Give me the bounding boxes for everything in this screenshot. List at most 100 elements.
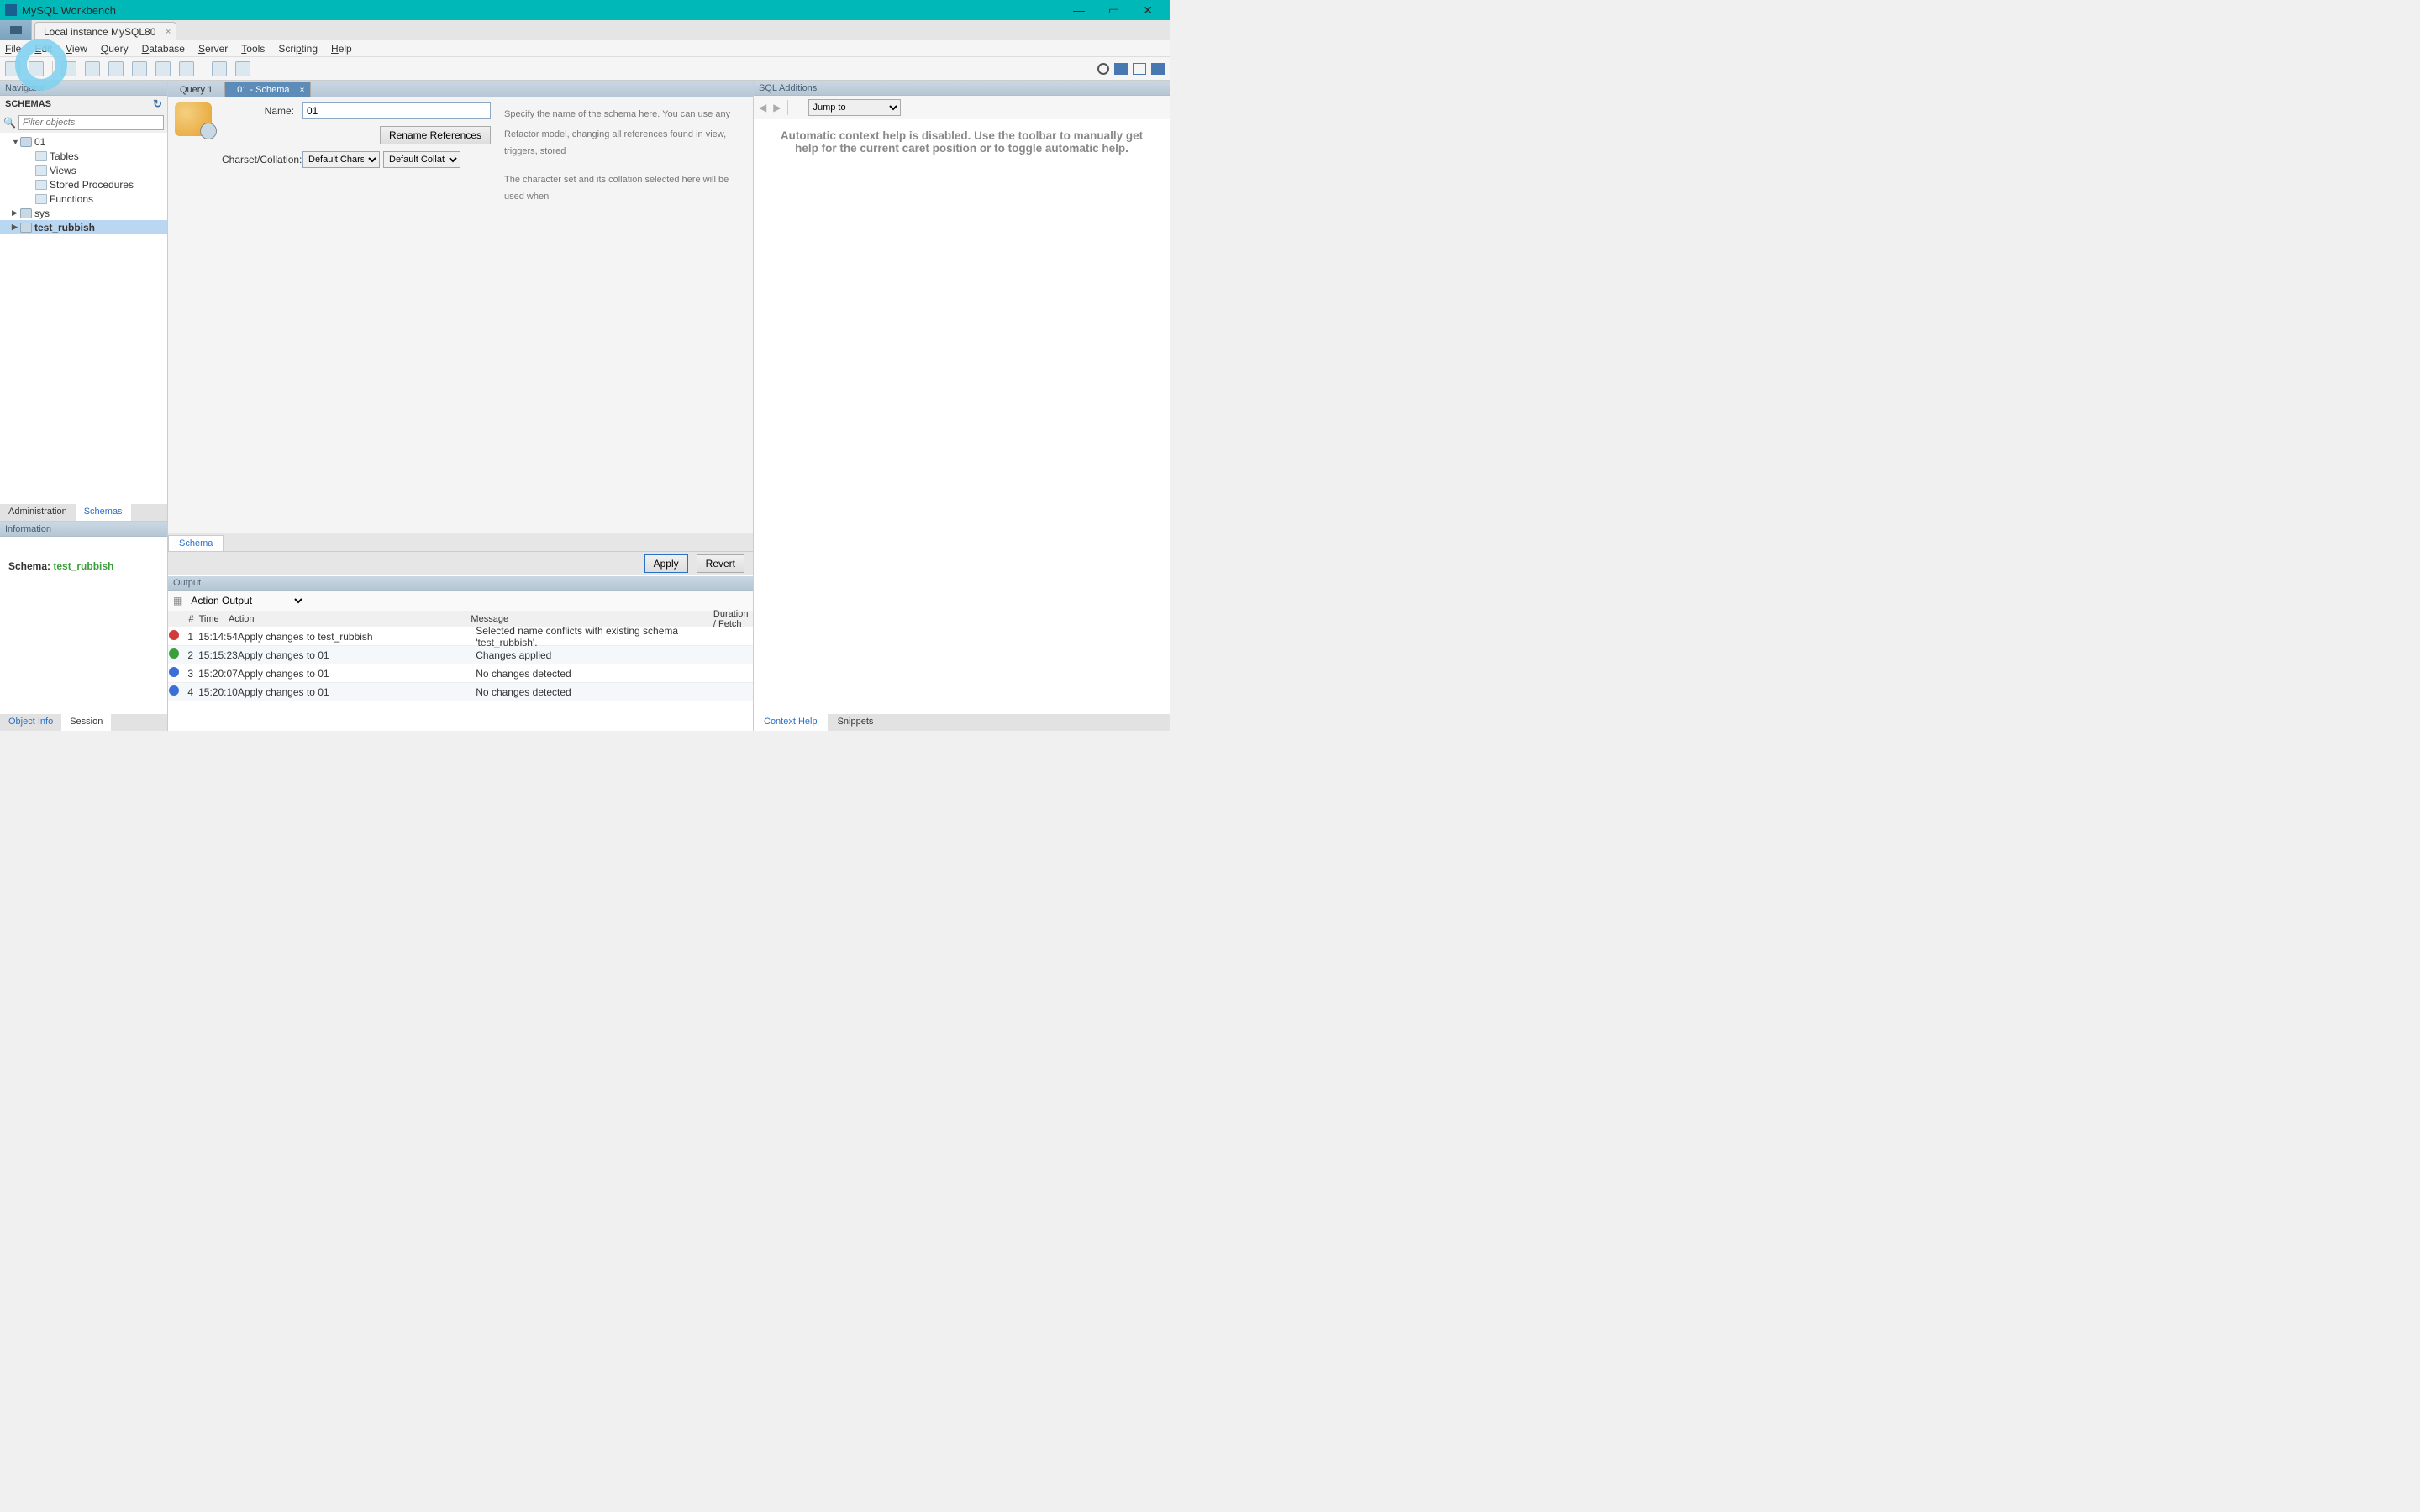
rename-references-button[interactable]: Rename References — [380, 126, 491, 144]
information-body: Schema: test_rubbish — [0, 537, 167, 714]
output-row[interactable]: 115:14:54Apply changes to test_rubbishSe… — [168, 627, 753, 646]
tab-object-info[interactable]: Object Info — [0, 714, 61, 731]
sql-additions-header: SQL Additions — [754, 81, 1170, 96]
open-sql-file-icon[interactable] — [29, 61, 44, 76]
tab-session[interactable]: Session — [61, 714, 111, 731]
new-sql-tab-icon[interactable] — [5, 61, 20, 76]
tab-snippets[interactable]: Snippets — [828, 714, 884, 731]
database-icon — [20, 208, 32, 218]
sql-additions-body: Automatic context help is disabled. Use … — [754, 119, 1170, 714]
schema-tree[interactable]: ▼01 Tables Views Stored Procedures Funct… — [0, 133, 167, 504]
tab-schemas[interactable]: Schemas — [76, 504, 131, 521]
subtab-schema[interactable]: Schema — [168, 535, 224, 551]
home-icon — [10, 26, 22, 34]
menu-view[interactable]: View — [66, 43, 87, 55]
status-info-icon — [169, 667, 179, 677]
menu-edit[interactable]: Edit — [34, 43, 52, 55]
functions-icon — [35, 194, 47, 204]
tree-db-test-rubbish[interactable]: ▶test_rubbish — [0, 220, 167, 234]
app-title: MySQL Workbench — [22, 4, 116, 17]
output-row[interactable]: 415:20:10Apply changes to 01No changes d… — [168, 683, 753, 701]
output-header: Output — [168, 575, 753, 591]
menu-database[interactable]: Database — [142, 43, 185, 55]
schemas-label: SCHEMAS — [5, 99, 51, 109]
create-procedure-icon[interactable] — [155, 61, 171, 76]
tree-views[interactable]: Views — [0, 163, 167, 177]
schema-name-input[interactable] — [302, 102, 491, 119]
menu-scripting[interactable]: Scripting — [278, 43, 318, 55]
create-view-icon[interactable] — [132, 61, 147, 76]
panel-toggle-2[interactable] — [1133, 63, 1146, 75]
tree-stored-procedures[interactable]: Stored Procedures — [0, 177, 167, 192]
menu-tools[interactable]: Tools — [241, 43, 265, 55]
database-icon — [20, 137, 32, 147]
app-icon — [5, 4, 17, 16]
tables-icon — [35, 151, 47, 161]
titlebar: MySQL Workbench — ▭ ✕ — [0, 0, 1170, 20]
toolbar-status-icon — [1097, 63, 1109, 75]
name-label: Name: — [222, 105, 302, 117]
close-icon[interactable]: × — [300, 86, 305, 95]
tab-schema-01[interactable]: 01 - Schema× — [225, 82, 310, 97]
charset-select[interactable]: Default Charset — [302, 151, 380, 168]
procedures-icon — [35, 180, 47, 190]
output-table: # Time Action Message Duration / Fetch 1… — [168, 611, 753, 731]
jump-to-select[interactable]: Jump to — [808, 99, 901, 116]
nav-back-icon[interactable]: ◀ — [759, 102, 766, 113]
tree-functions[interactable]: Functions — [0, 192, 167, 206]
database-icon — [20, 223, 32, 233]
panel-toggle-1[interactable] — [1114, 63, 1128, 75]
search-table-data-icon[interactable] — [212, 61, 227, 76]
nav-forward-icon[interactable]: ▶ — [773, 102, 781, 113]
minimize-button[interactable]: — — [1073, 3, 1085, 18]
tab-query1[interactable]: Query 1 — [168, 82, 225, 97]
tree-db-sys[interactable]: ▶sys — [0, 206, 167, 220]
filter-objects-input[interactable] — [18, 115, 164, 130]
col-message: Message — [471, 614, 713, 624]
create-function-icon[interactable] — [179, 61, 194, 76]
panel-toggle-3[interactable] — [1151, 63, 1165, 75]
output-list-icon[interactable]: ▦ — [173, 595, 182, 606]
col-action: Action — [229, 614, 471, 624]
tree-tables[interactable]: Tables — [0, 149, 167, 163]
create-table-icon[interactable] — [108, 61, 124, 76]
menu-file[interactable]: File — [5, 43, 21, 55]
status-err-icon — [169, 630, 179, 640]
connection-tab-close-icon[interactable]: × — [166, 27, 171, 37]
connection-tab[interactable]: Local instance MySQL80 × — [34, 22, 176, 40]
search-icon: 🔍 — [3, 117, 16, 129]
output-type-select[interactable]: Action Output — [187, 594, 305, 607]
close-button[interactable]: ✕ — [1143, 3, 1153, 18]
tree-db-01[interactable]: ▼01 — [0, 134, 167, 149]
info-schema-value: test_rubbish — [53, 560, 113, 572]
col-duration: Duration / Fetch — [713, 609, 753, 629]
create-schema-icon[interactable] — [85, 61, 100, 76]
status-info-icon — [169, 685, 179, 696]
status-ok-icon — [169, 648, 179, 659]
home-tab[interactable] — [0, 20, 32, 40]
apply-button[interactable]: Apply — [644, 554, 688, 573]
collation-select[interactable]: Default Collation — [383, 151, 460, 168]
tab-administration[interactable]: Administration — [0, 504, 76, 521]
form-help-text: Specify the name of the schema here. You… — [504, 102, 746, 205]
schema-icon — [175, 102, 212, 136]
tab-context-help[interactable]: Context Help — [754, 714, 828, 731]
information-header: Information — [0, 522, 167, 537]
charset-label: Charset/Collation: — [222, 154, 302, 165]
menu-query[interactable]: Query — [101, 43, 129, 55]
output-row[interactable]: 315:20:07Apply changes to 01No changes d… — [168, 664, 753, 683]
refresh-schemas-icon[interactable]: ↻ — [153, 97, 162, 111]
col-number: # — [180, 614, 198, 624]
connection-tabstrip: Local instance MySQL80 × — [0, 20, 1170, 40]
output-row[interactable]: 215:15:23Apply changes to 01Changes appl… — [168, 646, 753, 664]
reconnect-icon[interactable] — [235, 61, 250, 76]
col-time: Time — [199, 614, 229, 624]
revert-button[interactable]: Revert — [697, 554, 744, 573]
inspector-icon[interactable] — [61, 61, 76, 76]
info-schema-label: Schema: — [8, 560, 50, 572]
menu-server[interactable]: Server — [198, 43, 228, 55]
editor-tabs: Query 1 01 - Schema× — [168, 81, 753, 97]
menu-help[interactable]: Help — [331, 43, 352, 55]
maximize-button[interactable]: ▭ — [1108, 3, 1119, 18]
navigator-header: Navigator — [0, 81, 167, 96]
